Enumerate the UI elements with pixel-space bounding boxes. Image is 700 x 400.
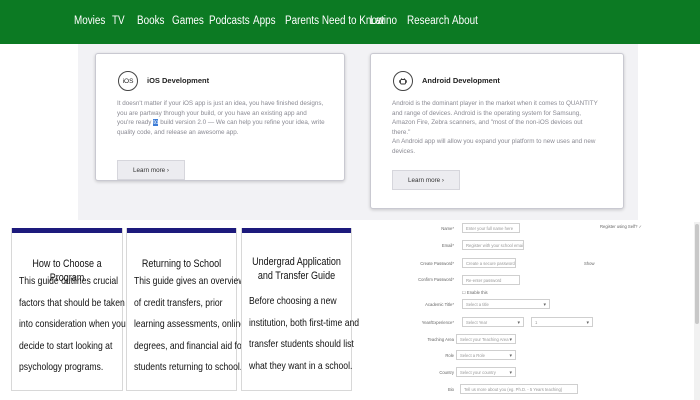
ios-learn-more-button[interactable]: Learn more › [117,160,185,180]
scrollbar-thumb[interactable] [695,224,699,324]
nav-latino[interactable]: Latino [370,15,397,27]
title-select[interactable]: Select a title [462,299,550,309]
name-input[interactable]: Enter your full name here [462,223,520,233]
guide-accent-bar [12,228,122,233]
android-card-body: Android is the dominant player in the ma… [392,100,598,155]
enable-checkbox[interactable]: ☐ Enable this [462,290,488,295]
teaching-area-label: Teaching Area [427,337,454,342]
title-label: Academic Title* [425,302,454,307]
nav-podcasts[interactable]: Podcasts [209,15,250,27]
bio-input[interactable]: Tell us more about you (eg. Ph.D. - 5 Ye… [460,384,578,394]
country-label: Country [439,370,454,375]
nav-tv[interactable]: TV [112,15,125,27]
top-navigation: Movies TV Books Games Podcasts Apps Pare… [0,0,700,44]
guide-accent-bar [242,228,351,233]
year-select[interactable]: Select Year [462,317,524,327]
ios-card-title: iOS Development [147,76,210,85]
nav-movies[interactable]: Movies [74,15,105,27]
nav-research[interactable]: Research [407,15,449,27]
android-card-title: Android Development [422,76,500,85]
password-label: Create Password* [420,261,454,266]
year-label: Year/Experience* [421,320,454,325]
guide-card-undergrad-transfer[interactable]: Undergrad Application and Transfer Guide… [241,228,359,391]
nav-books[interactable]: Books [137,15,164,27]
email-input[interactable]: Register with your school email [462,240,524,250]
teaching-area-select[interactable]: Select your Teaching Area [456,334,516,344]
confirm-password-input[interactable]: Re-enter password [462,275,520,285]
guide-body: This guide gives an overview of credit t… [134,275,246,373]
enable-checkbox-label: Enable this [466,290,488,295]
android-card: Android Development Android is the domin… [370,53,624,209]
ios-icon: iOS [118,71,138,91]
scrollbar[interactable] [694,222,700,400]
show-password-toggle[interactable]: Show [584,261,594,266]
confirm-password-label: Confirm Password* [418,277,454,282]
guide-card-returning-to-school[interactable]: Returning to School This guide gives an … [126,228,245,391]
bio-label: Bio [447,387,454,392]
guide-accent-bar [127,228,236,233]
year-count-select[interactable]: 1 [531,317,593,327]
role-select[interactable]: Select a Role [456,350,516,360]
ios-card: iOS iOS Development It doesn't matter if… [95,53,345,181]
country-select[interactable]: Select your country [456,367,516,377]
android-icon [393,71,413,91]
email-label: Email* [441,243,454,248]
nav-apps[interactable]: Apps [253,15,276,27]
android-learn-more-button[interactable]: Learn more › [392,170,460,190]
guide-body: Before choosing a new institution, both … [249,295,360,372]
name-label: Name* [441,226,454,231]
guide-title: Undergrad Application and Transfer Guide [252,256,341,282]
nav-games[interactable]: Games [172,15,204,27]
nav-about[interactable]: About [452,15,478,27]
password-input[interactable]: Create a secure password [462,258,516,268]
role-label: Role [445,353,454,358]
guide-card-choose-program[interactable]: How to Choose a Program This guide outli… [11,228,126,391]
ios-card-body: It doesn't matter if your iOS app is jus… [117,100,325,136]
guide-title: Returning to School [141,258,222,270]
guide-body: This guide outlines crucial factors that… [19,275,126,373]
register-note: Register using Self? ✓ [600,224,643,229]
